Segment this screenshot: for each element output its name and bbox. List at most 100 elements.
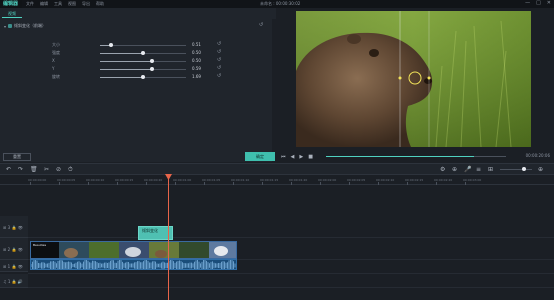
param-label-y: Y [52, 66, 55, 71]
disable-icon[interactable]: ⊘ [56, 166, 61, 173]
step-back-icon[interactable]: ◀ [291, 154, 295, 160]
ruler-tick-mark [320, 182, 321, 185]
reset-icon[interactable]: ↺ [217, 49, 221, 55]
settings-icon[interactable]: ⚙ [440, 166, 445, 173]
param-slider-fill [100, 61, 152, 62]
speed-icon[interactable]: ⏱ [68, 166, 73, 173]
close-button[interactable]: ✕ [547, 0, 551, 6]
preview-panel: ⏮ ◀ ▶ ■ 00:00:20:06 ⤢ [276, 8, 554, 163]
stop-icon[interactable]: ■ [308, 154, 313, 160]
track-header-audio[interactable]: ♫ 1 🔒 🔊 [0, 274, 28, 288]
window-title: 未命名 : 00:00:30:02 [260, 1, 301, 6]
audio-waveform [31, 260, 236, 269]
param-value-size[interactable]: 0.51 [192, 42, 201, 47]
app-window: 编辑器 文件 编辑 工具 视图 导出 帮助 未命名 : 00:00:30:02 … [0, 0, 554, 300]
marmot-video-frame [296, 11, 531, 147]
param-slider-knob[interactable] [141, 75, 145, 79]
text-clip-label: 倾斜变化 [142, 228, 158, 233]
mixer-icon[interactable]: ≡ [476, 166, 481, 173]
param-slider-size[interactable] [100, 43, 186, 47]
ok-button[interactable]: 确定 [245, 152, 275, 161]
param-slider-knob[interactable] [109, 43, 114, 47]
minimize-button[interactable]: — [525, 0, 530, 6]
cut-icon[interactable]: ✂ [44, 166, 49, 173]
param-value-y[interactable]: 0.59 [192, 66, 201, 71]
skip-back-icon[interactable]: ⏮ [281, 154, 286, 160]
reset-icon[interactable]: ↺ [217, 57, 221, 63]
audio-clip[interactable] [30, 259, 237, 270]
zoom-slider-knob[interactable] [522, 167, 526, 171]
ruler-tick-mark [88, 182, 89, 185]
param-row-strength: 强度 0.50 ↺ [0, 49, 272, 57]
reset-icon[interactable]: ↺ [217, 41, 221, 47]
playhead[interactable] [168, 174, 169, 300]
param-row-size: 大小 0.51 ↺ [0, 41, 272, 49]
track-header-3[interactable]: ⊞ 3 🔒 👁 [0, 216, 28, 238]
param-slider-fill [100, 53, 143, 54]
menu-item-tools[interactable]: 工具 [54, 1, 62, 7]
preview-scrubber[interactable] [326, 156, 506, 157]
audio-track-label: ♫ 1 🔒 🔊 [3, 279, 23, 284]
reset-section-icon[interactable]: ↺ [259, 22, 263, 28]
param-slider-knob[interactable] [149, 67, 154, 71]
param-value-rotation[interactable]: 1.69 [192, 74, 201, 79]
menu-item-edit[interactable]: 编辑 [40, 1, 48, 7]
param-value-strength[interactable]: 0.50 [192, 50, 201, 55]
track-header-2[interactable]: ⊞ 2 🔒 👁 [0, 238, 28, 260]
track-lane-3[interactable] [28, 216, 554, 238]
redo-icon[interactable]: ↷ [18, 166, 23, 173]
ruler-tick-mark [204, 182, 205, 185]
maximize-button[interactable]: □ [536, 0, 541, 6]
video-clip-label: Beauties [33, 243, 47, 247]
param-slider-strength[interactable] [100, 51, 186, 55]
audio-lane[interactable] [28, 274, 554, 288]
ruler-tick-mark [30, 182, 31, 185]
zoom-in-icon[interactable]: ⊕ [538, 166, 543, 173]
tab-video[interactable]: 视频 [2, 10, 22, 18]
effect-title: 倾斜变化（前端） [14, 23, 47, 28]
video-preview[interactable] [296, 11, 531, 147]
effect-enable-checkbox[interactable] [8, 24, 13, 28]
delete-icon[interactable]: 🗑 [30, 166, 38, 173]
param-slider-knob[interactable] [149, 59, 154, 63]
scrubber-progress [326, 156, 474, 157]
ruler-tick-mark [59, 182, 60, 185]
param-slider-y[interactable] [100, 67, 186, 71]
playback-controls: ⏮ ◀ ▶ ■ 00:00:20:06 [276, 150, 554, 163]
menu-item-view[interactable]: 视图 [68, 1, 76, 7]
param-row-x: X 0.50 ↺ [0, 57, 272, 65]
preview-timecode: 00:00:20:06 [525, 153, 550, 158]
app-logo: 编辑器 [0, 0, 22, 8]
video-clip[interactable]: Beauties [30, 241, 237, 259]
waveform-path [31, 260, 236, 269]
reset-button[interactable]: 重置 [3, 153, 31, 161]
timeline-ruler[interactable]: 00:00:00:00 00:00:00:05 00:00:00:10 00:00:0… [0, 175, 554, 185]
ruler-tick-mark [291, 182, 292, 185]
param-row-rotation: 旋转 1.69 ↺ [0, 73, 272, 81]
voiceover-icon[interactable]: 🎤 [464, 166, 471, 173]
zoom-slider-track[interactable] [500, 169, 532, 170]
undo-icon[interactable]: ↶ [6, 166, 11, 173]
param-slider-rotation[interactable] [100, 75, 186, 79]
reset-icon[interactable]: ↺ [217, 65, 221, 71]
menu-item-file[interactable]: 文件 [26, 1, 34, 7]
ruler-tick-mark [117, 182, 118, 185]
ruler-tick-mark [465, 182, 466, 185]
menu-bar: 文件 编辑 工具 视图 导出 帮助 [26, 1, 104, 7]
marker-icon[interactable]: ⊕ [452, 166, 457, 173]
param-row-y: Y 0.59 ↺ [0, 65, 272, 73]
snapshot-icon[interactable]: ⊞ [488, 166, 493, 173]
effect-section-header[interactable]: ▾ 倾斜变化（前端） ↺ [4, 22, 266, 30]
play-icon[interactable]: ▶ [299, 154, 303, 160]
param-label-size: 大小 [52, 42, 60, 47]
track-1-label: ⊞ 1 🔒 👁 [3, 264, 23, 269]
param-slider-knob[interactable] [141, 51, 145, 55]
chevron-down-icon[interactable]: ▾ [4, 24, 6, 29]
param-value-x[interactable]: 0.50 [192, 58, 201, 63]
track-header-1[interactable]: ⊞ 1 🔒 👁 [0, 260, 28, 272]
video-clip-thumbnails [31, 242, 236, 258]
reset-icon[interactable]: ↺ [217, 73, 221, 79]
menu-item-export[interactable]: 导出 [82, 1, 90, 7]
menu-item-help[interactable]: 帮助 [96, 1, 104, 7]
param-slider-x[interactable] [100, 59, 186, 63]
